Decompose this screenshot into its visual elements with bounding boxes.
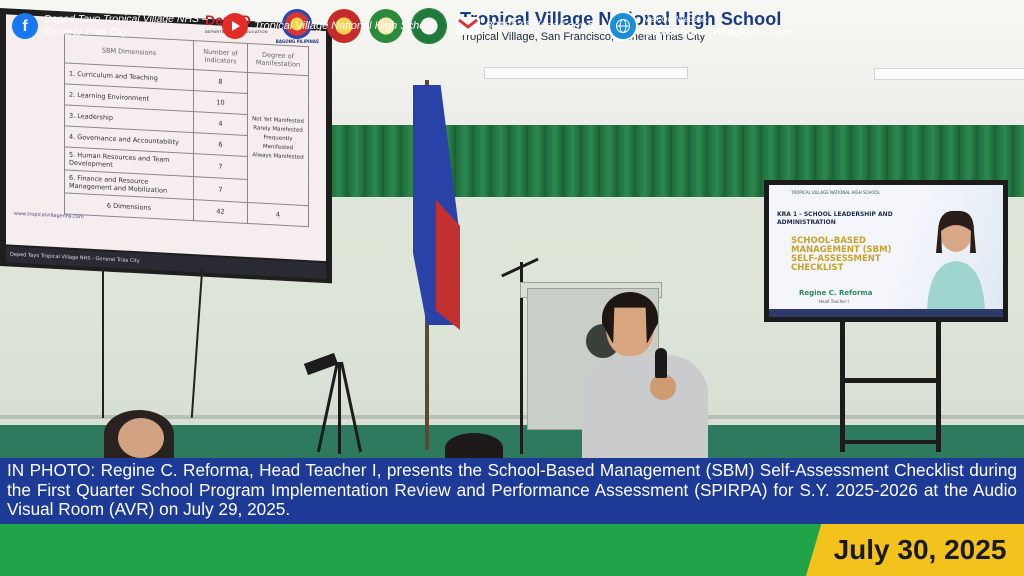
slide-presenter-role: Head Teacher I bbox=[819, 299, 849, 304]
mail-icon bbox=[456, 17, 480, 35]
facebook-text: Deped Tayo Tropical Village NHS – Genera… bbox=[44, 13, 208, 38]
footer-website[interactable]: Visit Our Website: www.tropicalvillagenh… bbox=[608, 0, 792, 52]
facebook-icon: f bbox=[12, 13, 38, 39]
table-cell: 4 bbox=[193, 111, 248, 136]
footer-youtube[interactable]: Tropical Village National High School bbox=[222, 0, 434, 52]
footer-email[interactable]: 301223@deped.gov.ph bbox=[456, 0, 600, 52]
slide-presenter-name: Regine C. Reforma bbox=[799, 289, 873, 297]
sbm-dimensions-table: SBM Dimensions Number of Indicators Degr… bbox=[64, 33, 309, 227]
degree-list: Not Yet Manifested Rarely Manifested Fre… bbox=[247, 72, 309, 206]
website-url: www.tropicalvillagenhs.com bbox=[644, 26, 792, 38]
slide-title: SCHOOL-BASED MANAGEMENT (SBM) SELF-ASSES… bbox=[791, 236, 892, 273]
date-badge: July 30, 2025 bbox=[806, 524, 1024, 576]
degree-item: Always Manifested bbox=[252, 152, 304, 161]
cable bbox=[190, 268, 204, 418]
audience-member-head bbox=[445, 433, 503, 458]
email-text: 301223@deped.gov.ph bbox=[486, 20, 600, 32]
tripod-leg bbox=[338, 362, 341, 454]
post-date: July 30, 2025 bbox=[833, 534, 1007, 565]
photo-caption: IN PHOTO: Regine C. Reforma, Head Teache… bbox=[0, 458, 1024, 524]
slide-footer-fb: Deped Tayo Tropical Village NHS - Genera… bbox=[10, 251, 140, 265]
table-cell: 10 bbox=[193, 90, 248, 115]
table-total-deg: 4 bbox=[247, 202, 309, 227]
globe-icon bbox=[608, 11, 638, 41]
youtube-text: Tropical Village National High School bbox=[254, 20, 434, 32]
cable bbox=[102, 268, 104, 418]
slide-kra: KRA 1 - SCHOOL LEADERSHIP AND ADMINISTRA… bbox=[777, 211, 893, 226]
ceiling-light bbox=[484, 67, 688, 79]
website-label: Visit Our Website: bbox=[644, 15, 708, 24]
table-cell: 6 bbox=[193, 132, 248, 157]
presenter-photo bbox=[927, 210, 985, 311]
speaker-body bbox=[582, 355, 708, 458]
website-block: Visit Our Website: www.tropicalvillagenh… bbox=[644, 13, 792, 39]
ceiling-light bbox=[874, 68, 1024, 80]
youtube-icon bbox=[222, 13, 248, 39]
slide-footer-bar bbox=[769, 309, 1003, 317]
table-total-n: 42 bbox=[193, 199, 248, 224]
right-tv-screen: TROPICAL VILLAGE NATIONAL HIGH SCHOOL KR… bbox=[764, 180, 1008, 322]
slide-school-name: TROPICAL VILLAGE NATIONAL HIGH SCHOOL bbox=[791, 190, 880, 195]
table-cell: 8 bbox=[193, 69, 248, 94]
tv-stand bbox=[840, 322, 941, 452]
table-cell: 7 bbox=[193, 176, 248, 203]
table-cell: 7 bbox=[193, 153, 248, 180]
event-photo: SBM Dimensions Number of Indicators Degr… bbox=[0, 0, 1024, 458]
footer-facebook[interactable]: f Deped Tayo Tropical Village NHS – Gene… bbox=[12, 0, 212, 52]
title-slide: TROPICAL VILLAGE NATIONAL HIGH SCHOOL KR… bbox=[769, 185, 1003, 317]
audience-member-face bbox=[118, 418, 164, 458]
microphone bbox=[655, 348, 667, 378]
